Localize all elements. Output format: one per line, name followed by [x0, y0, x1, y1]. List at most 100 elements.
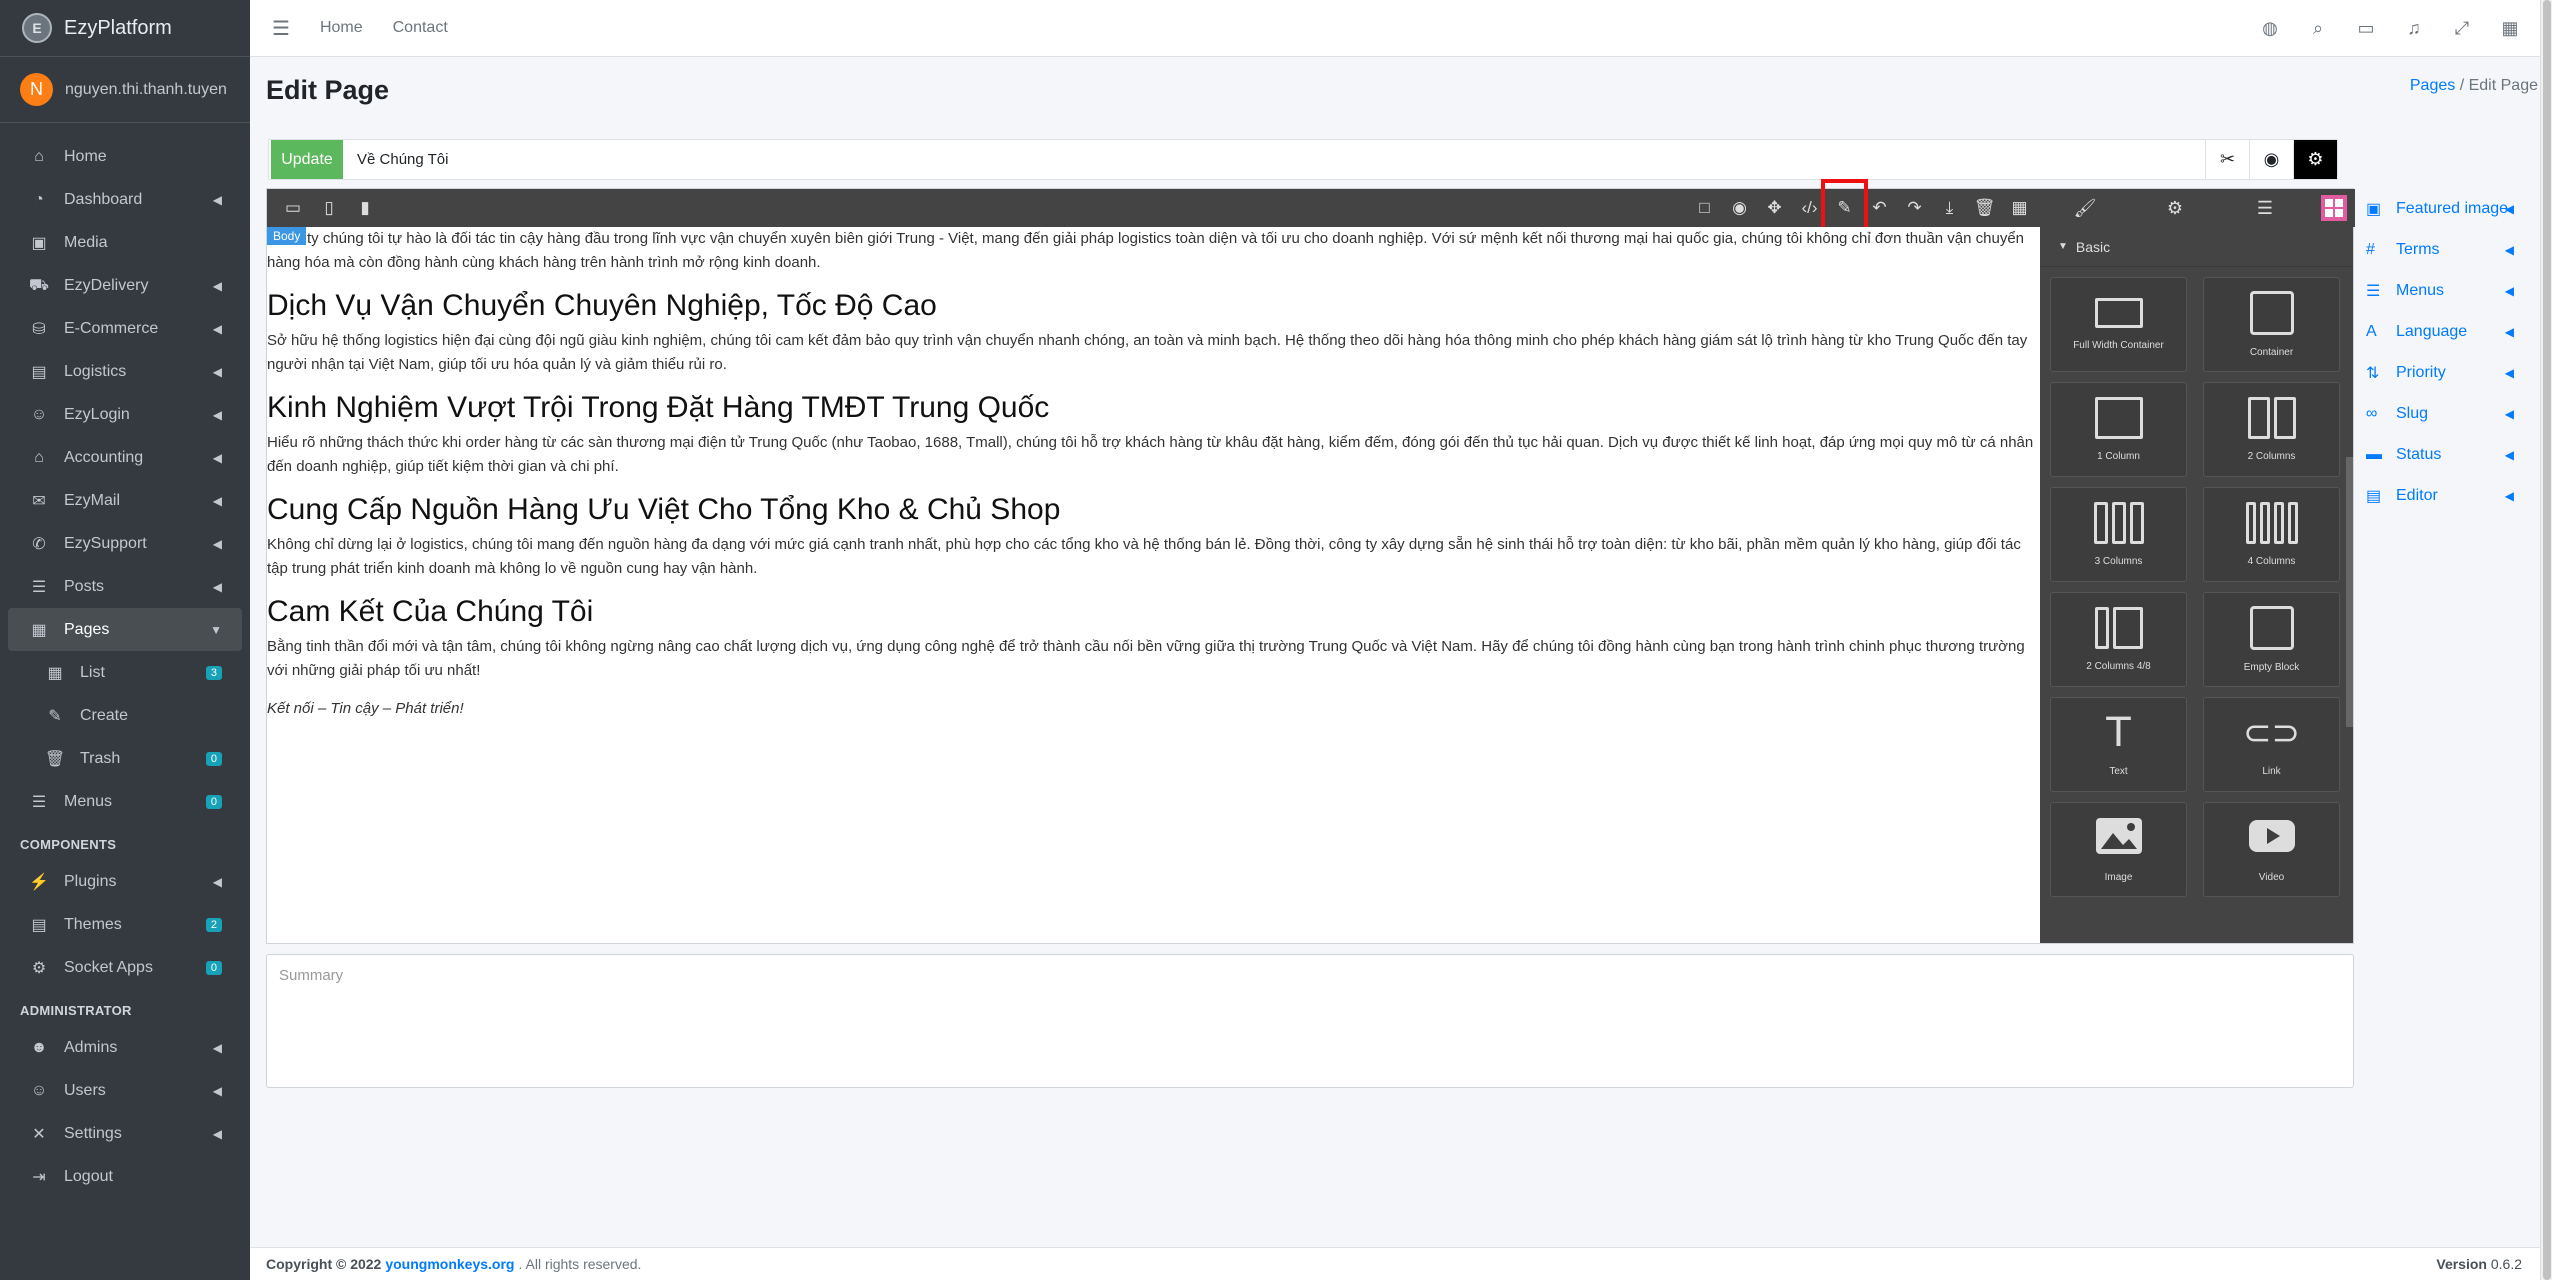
block-text[interactable]: T Text — [2050, 697, 2187, 792]
hamburger-icon[interactable]: ☰ — [272, 16, 290, 41]
block-4-columns[interactable]: 4 Columns — [2203, 487, 2340, 582]
edit-content-icon[interactable]: ✎ — [1821, 179, 1868, 237]
list-icon: ▦ — [47, 664, 63, 682]
sidebar-item-ezymail[interactable]: ✉ EzyMail ◀ — [8, 479, 242, 522]
bell-icon[interactable]: ♫ — [2390, 18, 2438, 39]
tagline[interactable]: Kết nối – Tin cậy – Phát triển! — [267, 697, 2034, 721]
undo-icon[interactable]: ↶ — [1862, 198, 1897, 218]
footer-link[interactable]: youngmonkeys.org — [385, 1256, 514, 1272]
sidebar-item-logistics[interactable]: ▤ Logistics ◀ — [8, 350, 242, 393]
block-3-columns[interactable]: 3 Columns — [2050, 487, 2187, 582]
sidebar-item-logout[interactable]: ⇥ Logout — [8, 1155, 242, 1198]
sidebar-item-trash[interactable]: 🗑 Trash 0 — [8, 737, 242, 780]
layers-icon[interactable]: ☰ — [2220, 198, 2310, 219]
section-paragraph[interactable]: Sở hữu hệ thống logistics hiện đại cùng … — [267, 329, 2034, 377]
chevron-left-icon: ◀ — [212, 1040, 222, 1055]
download-icon[interactable]: ⤓ — [1932, 198, 1967, 218]
move-arrows-icon[interactable]: ✥ — [1757, 198, 1792, 218]
search-icon[interactable]: ⌕ — [2294, 18, 2342, 39]
users-icon: ☺ — [30, 1081, 48, 1099]
editor-canvas[interactable]: Body ty chúng tôi tự hào là đối tác tin … — [267, 227, 2040, 943]
sidebar-item-admins[interactable]: ☻ Admins ◀ — [8, 1026, 242, 1069]
meta-priority[interactable]: ⇅ Priority ◀ — [2360, 352, 2520, 393]
block-empty-block[interactable]: Empty Block — [2203, 592, 2340, 687]
sidebar-item-users[interactable]: ☺ Users ◀ — [8, 1069, 242, 1112]
mobile-icon[interactable]: ▮ — [347, 198, 383, 218]
block-1-column[interactable]: 1 Column — [2050, 382, 2187, 477]
sidebar-item-e-commerce[interactable]: ⛁ E-Commerce ◀ — [8, 307, 242, 350]
meta-featured-image[interactable]: ▣ Featured image ◀ — [2360, 188, 2520, 229]
sidebar-item-ezydelivery[interactable]: ⛟ EzyDelivery ◀ — [8, 264, 242, 307]
sidebar-item-posts[interactable]: ☰ Posts ◀ — [8, 565, 242, 608]
code-icon[interactable]: ‹/› — [1792, 198, 1827, 218]
gear-icon[interactable]: ⚙ — [2293, 140, 2337, 179]
block-shape-icon — [2095, 817, 2143, 860]
block-link[interactable]: ⊂⊃ Link — [2203, 697, 2340, 792]
caret-down-icon: ▼ — [2058, 241, 2068, 252]
settings-gear-icon[interactable]: ⚙ — [2130, 198, 2220, 219]
section-heading[interactable]: Cung Cấp Nguồn Hàng Ưu Việt Cho Tổng Kho… — [267, 493, 2040, 527]
page-scrollbar[interactable] — [2540, 0, 2552, 1280]
block-video[interactable]: Video — [2203, 802, 2340, 897]
fullscreen-icon[interactable]: ⤢ — [2438, 18, 2486, 39]
sidebar-item-settings[interactable]: ✕ Settings ◀ — [8, 1112, 242, 1155]
section-heading[interactable]: Kinh Nghiệm Vượt Trội Trong Đặt Hàng TMĐ… — [267, 391, 2040, 425]
meta-editor[interactable]: ▤ Editor ◀ — [2360, 475, 2520, 516]
section-paragraph[interactable]: Hiểu rõ những thách thức khi order hàng … — [267, 431, 2034, 479]
blocks-icon[interactable] — [2321, 195, 2347, 221]
globe-icon[interactable]: ◍ — [2246, 18, 2294, 39]
grid-icon[interactable]: ▦ — [2002, 198, 2037, 218]
block-2-columns-4-8[interactable]: 2 Columns 4/8 — [2050, 592, 2187, 687]
meta-terms[interactable]: # Terms ◀ — [2360, 229, 2520, 270]
meta-menus[interactable]: ☰ Menus ◀ — [2360, 270, 2520, 311]
sidebar-item-create[interactable]: ✎ Create — [8, 694, 242, 737]
nav-home-link[interactable]: Home — [320, 19, 363, 37]
sidebar-item-menus[interactable]: ☰ Menus 0 — [8, 780, 242, 823]
user-panel[interactable]: N nguyen.thi.thanh.tuyen — [0, 57, 250, 123]
meta-slug[interactable]: ∞ Slug ◀ — [2360, 393, 2520, 434]
sidebar-item-themes[interactable]: ▤ Themes 2 — [8, 903, 242, 946]
desktop-icon[interactable]: ▭ — [275, 198, 311, 218]
section-heading[interactable]: Cam Kết Của Chúng Tôi — [267, 595, 2040, 629]
section-paragraph[interactable]: Bằng tinh thần đổi mới và tận tâm, chúng… — [267, 635, 2034, 683]
blocks-scrollbar[interactable] — [2346, 457, 2353, 727]
chevron-left-icon: ◀ — [212, 192, 222, 207]
sidebar-item-list[interactable]: ▦ List 3 — [8, 651, 242, 694]
meta-language[interactable]: A Language ◀ — [2360, 311, 2520, 352]
apps-grid-icon[interactable]: ▦ — [2486, 18, 2534, 39]
block-2-columns[interactable]: 2 Columns — [2203, 382, 2340, 477]
summary-textarea[interactable]: Summary — [266, 954, 2354, 1088]
unlink-icon[interactable]: ✂ — [2205, 140, 2249, 179]
meta-status[interactable]: ▬ Status ◀ — [2360, 434, 2520, 475]
page-title-input[interactable]: Về Chúng Tôi — [357, 151, 448, 168]
eye-icon[interactable]: ◉ — [2249, 140, 2293, 179]
section-paragraph[interactable]: Không chỉ dừng lại ở logistics, chúng tô… — [267, 533, 2034, 581]
chat-icon[interactable]: ▭ — [2342, 18, 2390, 39]
sidebar-item-plugins[interactable]: ⚡ Plugins ◀ — [8, 860, 242, 903]
nav-contact-link[interactable]: Contact — [393, 19, 448, 37]
trash-icon[interactable]: 🗑 — [1967, 198, 2002, 218]
block-image[interactable]: Image — [2050, 802, 2187, 897]
sidebar-item-ezylogin[interactable]: ☺ EzyLogin ◀ — [8, 393, 242, 436]
blocks-category[interactable]: ▼ Basic — [2040, 227, 2353, 267]
outline-square-icon[interactable]: □ — [1687, 198, 1722, 218]
preview-eye-icon[interactable]: ◉ — [1722, 198, 1757, 218]
breadcrumb-pages-link[interactable]: Pages — [2410, 77, 2455, 94]
sidebar-item-socket-apps[interactable]: ⚙ Socket Apps 0 — [8, 946, 242, 989]
sidebar-item-pages[interactable]: ▦ Pages ▼ — [8, 608, 242, 651]
update-button[interactable]: Update — [271, 140, 343, 179]
tablet-icon[interactable]: ▯ — [311, 198, 347, 218]
block-full-width-container[interactable]: Full Width Container — [2050, 277, 2187, 372]
sidebar-item-dashboard[interactable]: ◔ Dashboard ◀ — [8, 178, 242, 221]
style-brush-icon[interactable]: 🖌 — [2040, 198, 2130, 219]
section-heading[interactable]: Dịch Vụ Vận Chuyển Chuyên Nghiệp, Tốc Độ… — [267, 289, 2040, 323]
sidebar-item-media[interactable]: ▣ Media — [8, 221, 242, 264]
user-name[interactable]: nguyen.thi.thanh.tuyen — [65, 81, 227, 99]
brand[interactable]: E EzyPlatform — [0, 0, 250, 57]
sidebar-item-accounting[interactable]: ⌂ Accounting ◀ — [8, 436, 242, 479]
intro-paragraph[interactable]: ty chúng tôi tự hào là đối tác tin cậy h… — [267, 227, 2034, 275]
sidebar-item-home[interactable]: ⌂ Home — [8, 135, 242, 178]
redo-icon[interactable]: ↷ — [1897, 198, 1932, 218]
sidebar-item-ezysupport[interactable]: ✆ EzySupport ◀ — [8, 522, 242, 565]
block-container[interactable]: Container — [2203, 277, 2340, 372]
